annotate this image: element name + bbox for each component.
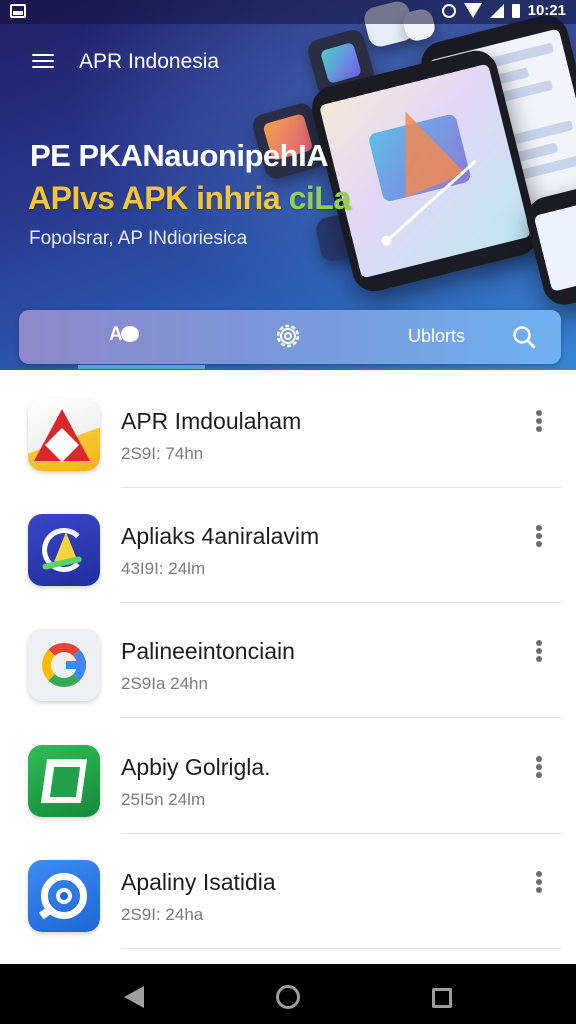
divider [121, 948, 561, 949]
status-time: 10:21 [527, 2, 566, 19]
storage-icon [10, 4, 26, 18]
google-g-app-icon [28, 629, 100, 701]
screen: 10:21 APR Indonesia PE PKANauonipehIA AP… [0, 0, 576, 1024]
more-options-icon[interactable] [528, 638, 550, 664]
banner-subheadline-main: APIvs APK inhria [28, 180, 289, 216]
status-bar: 10:21 [0, 0, 576, 24]
tab-updates[interactable]: Ublorts [408, 326, 465, 347]
banner-headline: PE PKANauonipehIA [30, 138, 329, 173]
more-options-icon[interactable] [528, 523, 550, 549]
list-item[interactable]: Apaliny Isatidia 2S9I: 24ha [0, 831, 576, 949]
recents-icon[interactable] [432, 988, 452, 1008]
list-item[interactable]: Apbiy Golrigla. 25I5n 24lm [0, 716, 576, 834]
app-name: Apliaks 4aniralavim [121, 523, 320, 549]
app-name: APR Imdoulaham [121, 408, 302, 434]
app-meta: 2S9Ia 24hn [121, 674, 208, 693]
blue-compass-app-icon [28, 514, 100, 586]
battery-icon [511, 3, 520, 18]
list-item[interactable]: Palineeintonciain 2S9Ia 24hn [0, 600, 576, 718]
more-options-icon[interactable] [528, 754, 550, 780]
list-item[interactable]: Apliaks 4aniralavim 43I9I: 24lm [0, 485, 576, 603]
more-options-icon[interactable] [528, 408, 550, 434]
more-options-icon[interactable] [528, 869, 550, 895]
home-icon[interactable] [276, 985, 300, 1009]
chat-bubble-icon [120, 326, 139, 342]
banner-subheadline: APIvs APK inhria ciLa [28, 180, 351, 217]
app-name: Apaliny Isatidia [121, 869, 276, 895]
app-title: APR Indonesia [79, 50, 220, 73]
tab-bar: A Ublorts [19, 310, 561, 364]
red-a-app-icon [28, 399, 100, 471]
app-meta: 43I9I: 24lm [121, 559, 206, 578]
app-name: Apbiy Golrigla. [121, 754, 271, 780]
signal-icon [489, 3, 504, 18]
gear-icon[interactable] [273, 321, 303, 351]
green-box-app-icon [28, 745, 100, 817]
app-meta: 2S9I: 74hn [121, 444, 204, 463]
navigation-bar [0, 964, 576, 1024]
banner-tagline: Fopolsrar, AP INdioriesica [29, 228, 248, 249]
wifi-icon [463, 3, 482, 18]
menu-icon[interactable] [32, 52, 54, 70]
app-meta: 25I5n 24lm [121, 790, 206, 809]
back-icon[interactable] [124, 986, 144, 1008]
search-icon[interactable] [511, 324, 537, 350]
blue-chat-app-icon [28, 860, 100, 932]
list-item[interactable]: APR Imdoulaham 2S9I: 74hn [0, 370, 576, 488]
alarm-icon [441, 3, 456, 18]
app-meta: 2S9I: 24ha [121, 905, 204, 924]
banner-subheadline-tail: ciLa [288, 180, 352, 216]
tab-home[interactable]: A [109, 324, 139, 346]
app-list: APR Imdoulaham 2S9I: 74hn Apliaks 4anira… [0, 370, 576, 964]
active-tab-indicator [78, 365, 205, 369]
app-name: Palineeintonciain [121, 638, 295, 664]
